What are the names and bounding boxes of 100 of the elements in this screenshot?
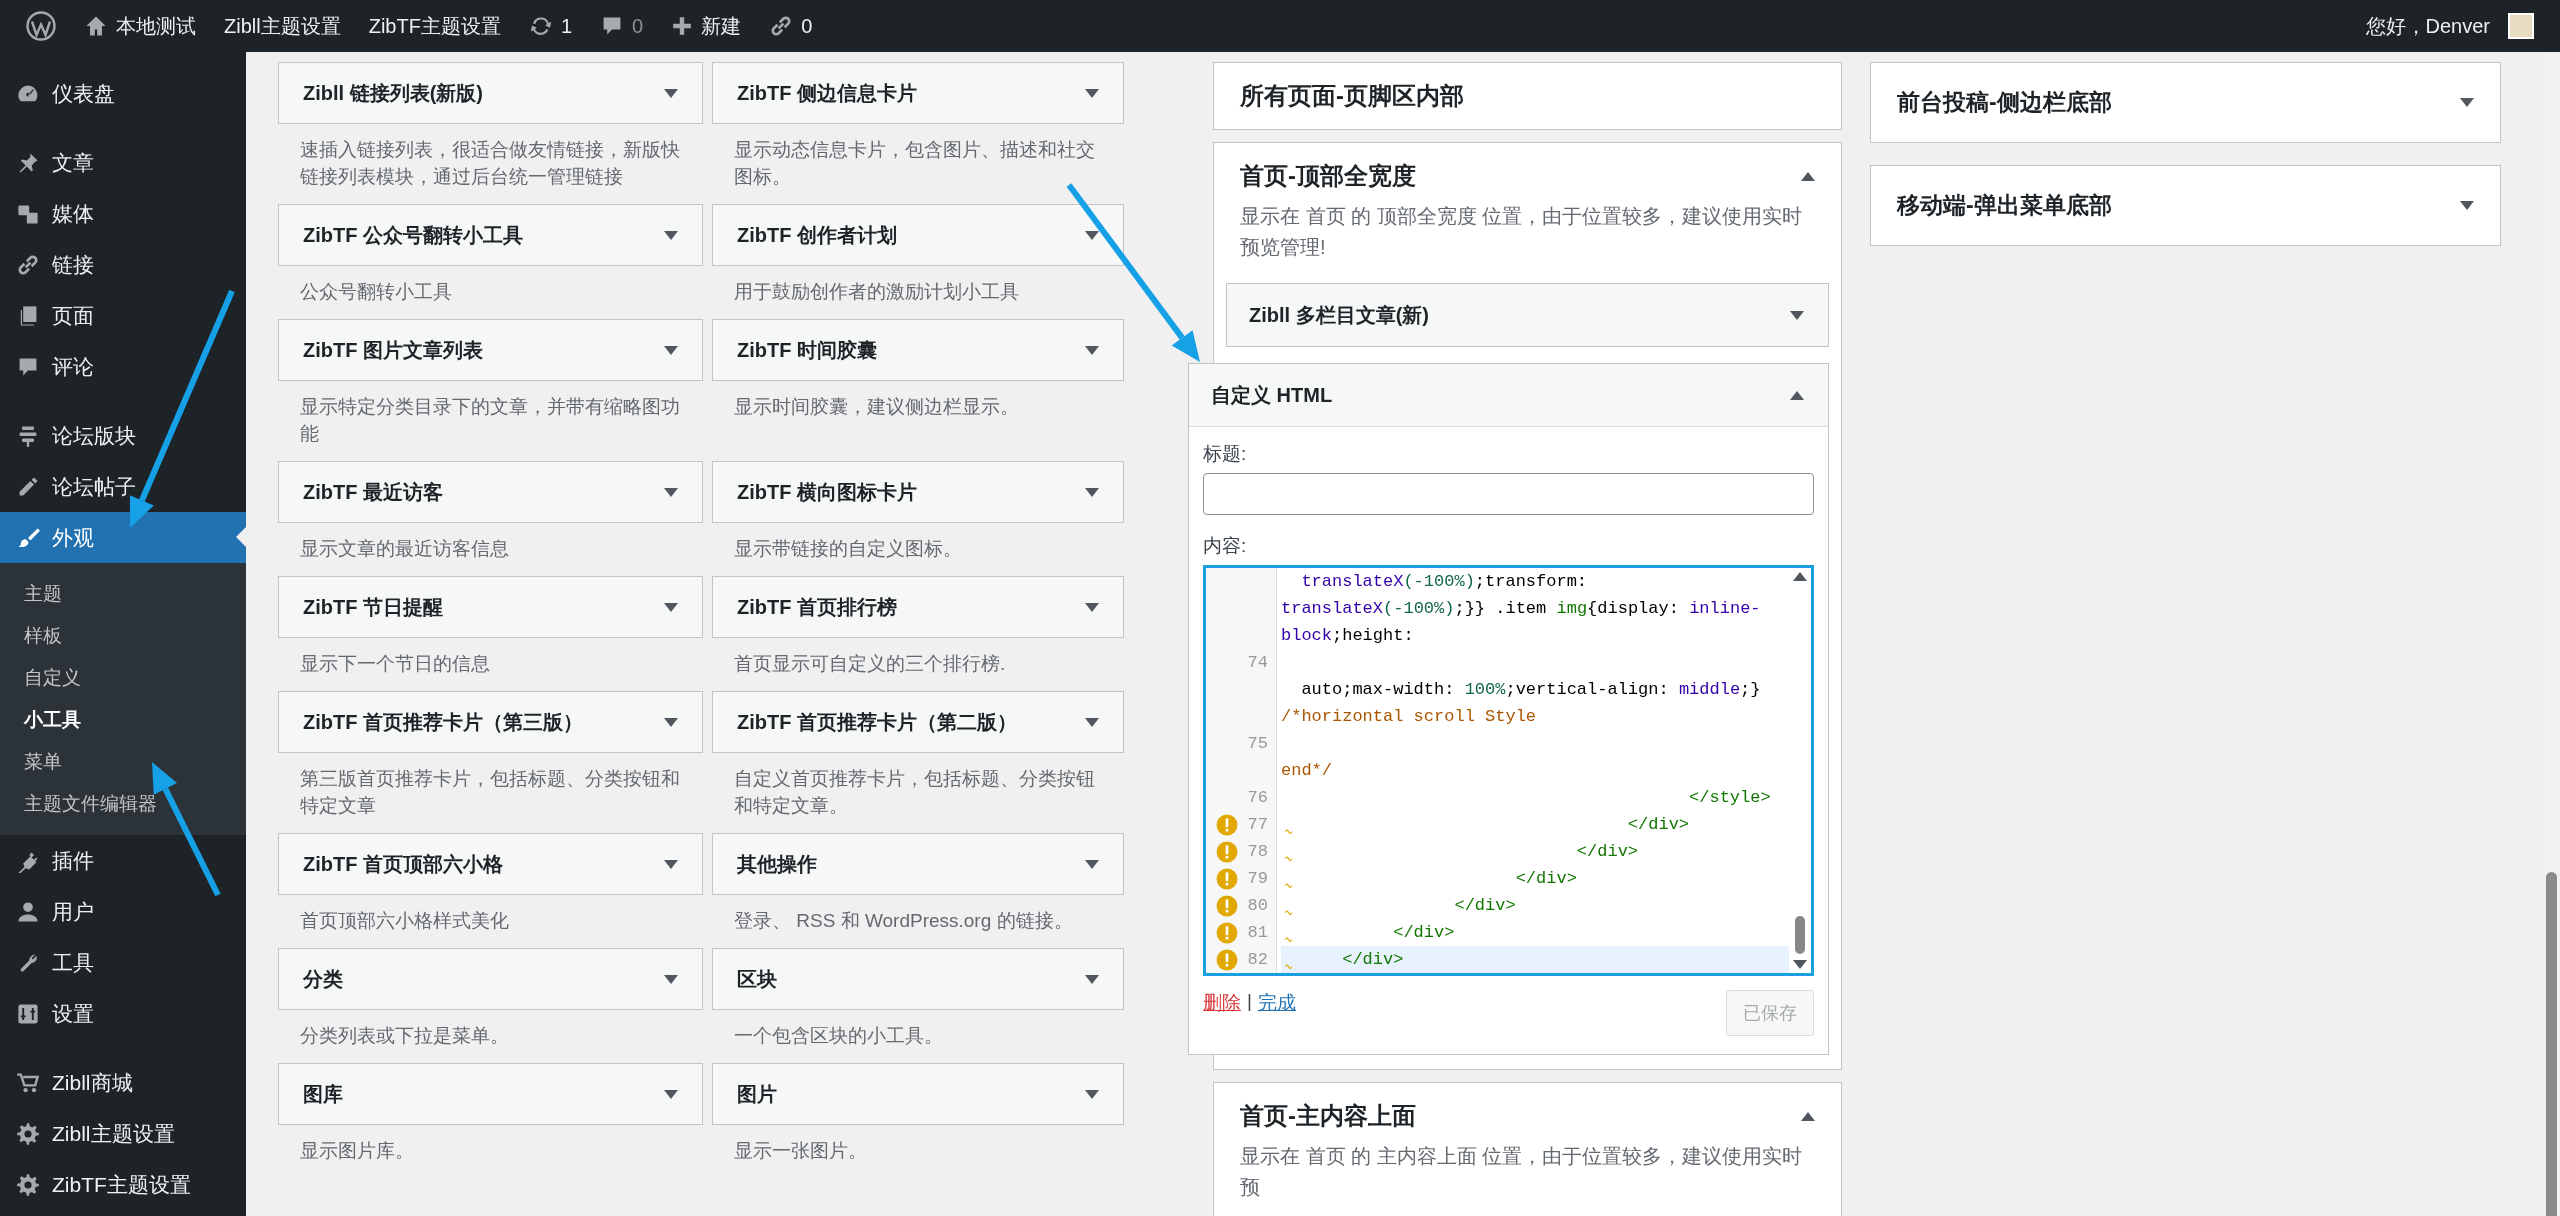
cart-icon: [16, 1070, 40, 1095]
widget-card[interactable]: ZibTF 侧边信息卡片: [712, 62, 1124, 124]
code-line: translateX(-100%);transform:: [1300, 571, 1589, 593]
code-editor[interactable]: [1203, 565, 1814, 976]
sidebar-item[interactable]: 论坛帖子: [0, 461, 246, 512]
submenu-item[interactable]: 自定义: [0, 657, 246, 699]
widget-card[interactable]: 其他操作: [712, 833, 1124, 895]
sidebar-item[interactable]: 工具: [0, 937, 246, 988]
widget-card[interactable]: ZibTF 首页排行榜: [712, 576, 1124, 638]
warning-squiggle: [1283, 881, 1295, 889]
caret-icon: [1085, 602, 1099, 612]
admin-bar-link[interactable]: Zibll主题设置: [210, 0, 355, 52]
gear-icon: [16, 1121, 40, 1146]
code-line: translateX(-100%);}} .item img{display: inline-: [1281, 598, 1762, 620]
warning-squiggle: [1283, 827, 1295, 835]
caret-icon[interactable]: [2460, 98, 2474, 107]
submenu-item[interactable]: 菜单: [0, 741, 246, 783]
site-link[interactable]: 本地测试: [70, 0, 210, 52]
widget-description: 用于鼓励创作者的激励计划小工具: [733, 280, 1020, 304]
submenu-item[interactable]: 主题文件编辑器: [0, 783, 246, 825]
account-link[interactable]: 您好，Denver: [2351, 0, 2548, 52]
widget-card[interactable]: ZibTF 首页推荐卡片（第三版）: [278, 691, 703, 753]
widget-card[interactable]: ZibTF 最近访客: [278, 461, 703, 523]
logo-icon: [26, 11, 56, 41]
sidebar-item[interactable]: 评论: [0, 341, 246, 392]
delete-link[interactable]: 删除: [1203, 990, 1241, 1016]
sidebar-item[interactable]: 设置: [0, 988, 246, 1039]
widget-description: 第三版首页推荐卡片，包括标题、分类按钮和特定文章: [299, 767, 681, 818]
caret-icon: [664, 345, 678, 355]
caret-icon[interactable]: [1790, 310, 1804, 320]
gear-icon: [16, 1172, 40, 1197]
title-input[interactable]: [1203, 473, 1814, 515]
widget-card[interactable]: Zibll 链接列表(新版): [278, 62, 703, 124]
widget-card[interactable]: ZibTF 图片文章列表: [278, 319, 703, 381]
caret-icon: [664, 88, 678, 98]
widget-card[interactable]: ZibTF 首页推荐卡片（第二版）: [712, 691, 1124, 753]
submenu-item[interactable]: 小工具: [0, 699, 246, 741]
submenu-item[interactable]: 主题: [0, 573, 246, 615]
code-line: block;height:: [1281, 625, 1415, 647]
widget-card[interactable]: 区块: [712, 948, 1124, 1010]
warning-squiggle: [1283, 908, 1295, 916]
sidebar-item[interactable]: 用户: [0, 886, 246, 937]
admin-bar-link[interactable]: ZibTF主题设置: [354, 0, 515, 52]
widget-card[interactable]: 图库: [278, 1063, 703, 1125]
widget-header[interactable]: Zibll 多栏目文章(新): [1227, 284, 1828, 346]
widget-description: 显示带链接的自定义图标。: [733, 537, 963, 561]
widget-description: 自定义首页推荐卡片，包括标题、分类按钮和特定文章。: [733, 767, 1096, 818]
widget-header[interactable]: 自定义 HTML: [1189, 364, 1828, 427]
widget-description: 显示一张图片。: [733, 1139, 868, 1163]
comments-link[interactable]: 0: [586, 0, 658, 52]
warning-squiggle: [1283, 935, 1295, 943]
caret-icon[interactable]: [2460, 201, 2474, 210]
sidebar-item[interactable]: 论坛版块: [0, 410, 246, 461]
sidebar-item[interactable]: 仪表盘: [0, 68, 246, 119]
area-title: 前台投稿-侧边栏底部: [1897, 88, 2112, 117]
widget-description: 显示图片库。: [299, 1139, 415, 1163]
widget-card[interactable]: ZibTF 创作者计划: [712, 204, 1124, 266]
line-number: 78: [1247, 842, 1268, 861]
sidebar-item[interactable]: 外观: [0, 512, 246, 563]
caret-icon: [664, 859, 678, 869]
caret-icon: [664, 230, 678, 240]
sidebar-item[interactable]: 链接: [0, 239, 246, 290]
widget-description: 速插入链接列表，很适合做友情链接，新版快链接列表模块，通过后台统一管理链接: [299, 138, 681, 189]
area-title: 首页-顶部全宽度: [1240, 161, 1416, 191]
sidebar-item[interactable]: 媒体: [0, 188, 246, 239]
sidebar-item[interactable]: 页面: [0, 290, 246, 341]
widget-card[interactable]: ZibTF 公众号翻转小工具: [278, 204, 703, 266]
widget-card[interactable]: 图片: [712, 1063, 1124, 1125]
caret-icon: [664, 974, 678, 984]
updates-link[interactable]: 1: [514, 0, 586, 52]
widget-card[interactable]: ZibTF 横向图标卡片: [712, 461, 1124, 523]
sidebar-item[interactable]: Zibll商城: [0, 1057, 246, 1108]
area-title: 移动端-弹出菜单底部: [1897, 191, 2112, 220]
caret-icon[interactable]: [1801, 1111, 1815, 1121]
sidebar-item[interactable]: Zibll主题设置: [0, 1108, 246, 1159]
caret-icon: [1085, 974, 1099, 984]
widget-card[interactable]: ZibTF 首页顶部六小格: [278, 833, 703, 895]
caret-icon: [664, 602, 678, 612]
widget-card[interactable]: ZibTF 节日提醒: [278, 576, 703, 638]
line-number: 74: [1247, 653, 1268, 672]
code-line: </div>: [1281, 865, 1789, 892]
sidebar-item[interactable]: 文章: [0, 137, 246, 188]
widget-card[interactable]: ZibTF 时间胶囊: [712, 319, 1124, 381]
caret-icon[interactable]: [1801, 171, 1815, 181]
widget-description: 显示文章的最近访客信息: [299, 537, 510, 561]
caret-icon[interactable]: [1790, 390, 1804, 400]
user-icon: [16, 899, 40, 924]
code-line: </style>: [1688, 787, 1772, 809]
done-link[interactable]: 完成: [1257, 990, 1296, 1016]
code-line: </div>: [1281, 919, 1789, 946]
sidebar-item[interactable]: ZibTF主题设置: [0, 1159, 246, 1210]
new-link[interactable]: 新建: [657, 0, 756, 52]
line-number: 79: [1247, 869, 1268, 888]
submenu-item[interactable]: 样板: [0, 615, 246, 657]
links-count-link[interactable]: 0: [755, 0, 827, 52]
caret-icon: [1085, 88, 1099, 98]
code-line: </div>: [1281, 892, 1789, 919]
widget-card[interactable]: 分类: [278, 948, 703, 1010]
code-line: </div>: [1281, 838, 1789, 865]
sidebar-item[interactable]: 插件: [0, 835, 246, 886]
